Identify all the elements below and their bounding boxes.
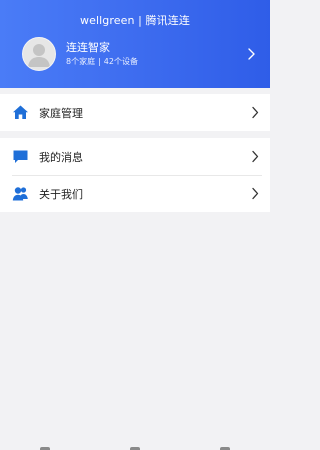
message-icon	[13, 150, 28, 163]
avatar[interactable]	[22, 37, 56, 71]
profile-card[interactable]: 连连智家 8个家庭 | 42个设备	[22, 35, 262, 73]
chevron-right-icon	[248, 48, 255, 60]
menu-label-family-management: 家庭管理	[39, 107, 83, 120]
menu-item-my-messages[interactable]: 我的消息	[0, 138, 270, 175]
bottom-navigation-bar	[0, 444, 270, 450]
chevron-right-icon	[252, 187, 259, 200]
profile-stats: 8个家庭 | 42个设备	[66, 56, 138, 67]
menu-group-info: 我的消息 关于我们	[0, 138, 270, 212]
home-icon	[13, 105, 28, 119]
header-banner: wellgreen | 腾讯连连 连连智家 8个家庭 | 42个设备	[0, 0, 270, 88]
device-count: 42个设备	[103, 57, 138, 66]
profile-name: 连连智家	[66, 41, 110, 54]
menu-label-about-us: 关于我们	[39, 188, 83, 201]
user-placeholder-icon	[28, 44, 50, 67]
family-count: 8个家庭	[66, 57, 96, 66]
stats-separator: |	[98, 57, 101, 66]
menu-item-about-us[interactable]: 关于我们	[0, 175, 270, 212]
menu-item-family-management[interactable]: 家庭管理	[0, 94, 270, 131]
chevron-right-icon	[252, 150, 259, 163]
menu-group-family: 家庭管理	[0, 94, 270, 131]
chevron-right-icon	[252, 106, 259, 119]
people-icon	[12, 187, 28, 201]
menu-label-my-messages: 我的消息	[39, 151, 83, 164]
app-title: wellgreen | 腾讯连连	[80, 14, 190, 27]
